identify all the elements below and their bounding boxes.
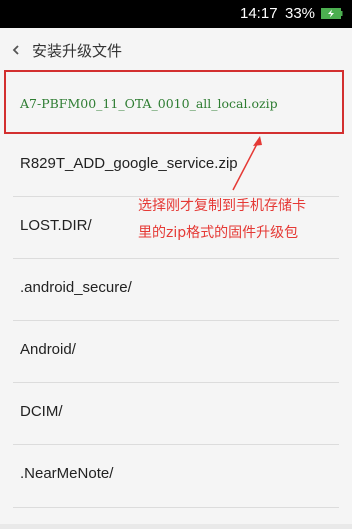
status-bar: 14:17 33% xyxy=(0,0,352,28)
file-item-android-secure[interactable]: .android_secure/ xyxy=(0,259,352,321)
battery-icon xyxy=(321,8,343,19)
file-item-nearmenote[interactable]: .NearMeNote/ xyxy=(0,445,352,507)
annotation-line-2: 里的zip格式的固件升级包 xyxy=(138,225,299,241)
annotation-line-1: 选择刚才复制到手机存储卡 xyxy=(138,198,306,214)
file-name: .NearMeNote/ xyxy=(20,465,114,482)
file-name: LOST.DIR/ xyxy=(20,217,92,234)
file-name: R829T_ADD_google_service.zip xyxy=(20,155,238,172)
status-time: 14:17 xyxy=(240,5,278,22)
file-name: Android/ xyxy=(20,341,76,358)
file-item-android[interactable]: Android/ xyxy=(0,321,352,383)
divider xyxy=(13,507,339,508)
file-name: DCIM/ xyxy=(20,403,63,420)
file-name-ozip[interactable]: A7-PBFM00_11_OTA_0010_all_local.ozip xyxy=(20,96,278,111)
file-name: .android_secure/ xyxy=(20,279,132,296)
bottom-strip xyxy=(0,524,352,529)
annotation-text: 选择刚才复制到手机存储卡 里的zip格式的固件升级包 xyxy=(138,193,348,247)
page-title: 安装升级文件 xyxy=(32,42,123,60)
chevron-left-icon[interactable] xyxy=(8,40,24,60)
file-item-dcim[interactable]: DCIM/ xyxy=(0,383,352,445)
screen: 14:17 33% 安装升级文件 A7-PBFM00_11_OTA_0010_a… xyxy=(0,0,352,529)
app-header: 安装升级文件 xyxy=(0,28,352,72)
battery-percent: 33% xyxy=(285,5,316,22)
file-item-google-service[interactable]: R829T_ADD_google_service.zip xyxy=(0,135,352,197)
